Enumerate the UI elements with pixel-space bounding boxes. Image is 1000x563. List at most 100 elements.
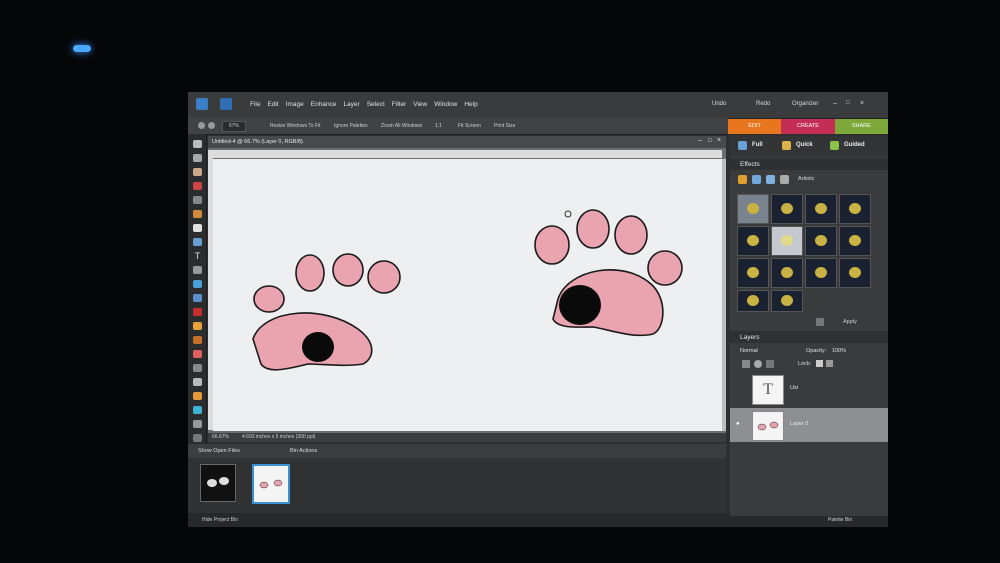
eraser-tool-icon[interactable]: [193, 350, 202, 358]
open-file-thumbnail-2[interactable]: [252, 464, 290, 504]
effect-thumb-7[interactable]: [805, 226, 837, 256]
hide-project-bin-button[interactable]: Hide Project Bin: [202, 517, 238, 523]
sponge-tool-icon[interactable]: [193, 434, 202, 442]
effect-thumb-14[interactable]: [771, 290, 803, 312]
clone-stamp-tool-icon[interactable]: [193, 336, 202, 344]
hand-tool-icon[interactable]: [193, 168, 202, 176]
delete-layer-icon[interactable]: [766, 360, 774, 368]
menu-window[interactable]: Window: [434, 101, 457, 108]
crop-tool-icon[interactable]: [193, 266, 202, 274]
apply-effect-button[interactable]: Apply: [843, 319, 857, 325]
show-open-files-select[interactable]: Show Open Files: [198, 448, 240, 454]
tab-create[interactable]: CREATE: [781, 119, 835, 134]
blend-mode-select[interactable]: Normal: [740, 348, 758, 354]
effect-thumb-13[interactable]: [737, 290, 769, 312]
open-file-thumbnail-1[interactable]: [200, 464, 236, 502]
trash-icon[interactable]: [816, 318, 824, 326]
effect-thumb-2[interactable]: [771, 194, 803, 224]
new-layer-icon[interactable]: [742, 360, 750, 368]
opacity-field[interactable]: 100%: [832, 348, 846, 354]
effect-thumb-9[interactable]: [737, 258, 769, 288]
red-eye-tool-icon[interactable]: [193, 308, 202, 316]
full-edit-icon[interactable]: [738, 141, 747, 150]
brush-tool-icon[interactable]: [193, 364, 202, 372]
menu-file[interactable]: File: [250, 101, 260, 108]
effect-thumb-12[interactable]: [839, 258, 871, 288]
lock-transparency-icon[interactable]: [816, 360, 823, 367]
layer-row-text[interactable]: T Usi: [730, 372, 888, 406]
effect-thumb-3[interactable]: [805, 194, 837, 224]
maximize-icon[interactable]: □: [846, 100, 850, 106]
menu-layer[interactable]: Layer: [343, 101, 359, 108]
quick-fix-icon[interactable]: [782, 141, 791, 150]
minimize-icon[interactable]: –: [833, 100, 837, 107]
menu-view[interactable]: View: [413, 101, 427, 108]
effect-thumb-4[interactable]: [839, 194, 871, 224]
smudge-tool-icon[interactable]: [193, 420, 202, 428]
shape-tool-icon[interactable]: [193, 406, 202, 414]
type-tool-icon[interactable]: T: [193, 252, 202, 261]
menu-filter[interactable]: Filter: [392, 101, 406, 108]
fit-screen-button[interactable]: Fit Screen: [458, 123, 481, 129]
move-tool-icon[interactable]: [193, 140, 202, 148]
menu-image[interactable]: Image: [286, 101, 304, 108]
undo-button[interactable]: Undo: [712, 101, 726, 107]
tab-guided-edit[interactable]: Guided: [844, 142, 865, 148]
print-size-button[interactable]: Print Size: [494, 123, 515, 129]
zoom-tool-icon[interactable]: [193, 154, 202, 162]
lasso-tool-icon[interactable]: [193, 210, 202, 218]
doc-maximize-icon[interactable]: □: [708, 138, 712, 144]
menu-select[interactable]: Select: [367, 101, 385, 108]
straighten-tool-icon[interactable]: [193, 294, 202, 302]
tab-full-edit[interactable]: Full: [752, 142, 763, 148]
menu-help[interactable]: Help: [464, 101, 477, 108]
gradient-tool-icon[interactable]: [193, 392, 202, 400]
tab-quick-fix[interactable]: Quick: [796, 142, 813, 148]
layers-panel-header[interactable]: Layers: [730, 331, 888, 343]
eyedropper-tool-icon[interactable]: [193, 182, 202, 190]
menu-edit[interactable]: Edit: [267, 101, 278, 108]
healing-brush-tool-icon[interactable]: [193, 322, 202, 330]
tab-edit[interactable]: EDIT: [728, 119, 782, 134]
filters-icon[interactable]: [738, 175, 747, 184]
magic-wand-tool-icon[interactable]: [193, 224, 202, 232]
guided-edit-icon[interactable]: [830, 141, 839, 150]
effect-thumb-10[interactable]: [771, 258, 803, 288]
close-icon[interactable]: ×: [860, 100, 864, 107]
redo-button[interactable]: Redo: [756, 101, 770, 107]
actual-pixels-button[interactable]: 1:1: [435, 123, 442, 129]
layer-visibility-icon[interactable]: ●: [736, 421, 740, 427]
vertical-scrollbar[interactable]: [722, 159, 726, 431]
layer-styles-icon[interactable]: [752, 175, 761, 184]
effect-thumb-5[interactable]: [737, 226, 769, 256]
ignore-palettes-checkbox[interactable]: Ignore Palettes: [334, 123, 368, 129]
effect-thumb-11[interactable]: [805, 258, 837, 288]
resize-windows-checkbox[interactable]: Resize Windows To Fit: [270, 123, 320, 129]
effects-panel-header[interactable]: Effects: [730, 158, 888, 170]
home-icon[interactable]: [220, 98, 232, 110]
doc-minimize-icon[interactable]: –: [698, 137, 702, 144]
effects-category-select[interactable]: Artistic: [798, 176, 815, 182]
adjustment-layer-icon[interactable]: [754, 360, 762, 368]
bin-actions-menu[interactable]: Bin Actions: [290, 448, 317, 454]
cookie-cutter-tool-icon[interactable]: [193, 280, 202, 288]
menu-enhance[interactable]: Enhance: [311, 101, 337, 108]
app-logo-icon[interactable]: [196, 98, 208, 110]
tab-share[interactable]: SHARE: [834, 119, 888, 134]
organizer-button[interactable]: Organizer: [792, 101, 818, 107]
show-all-icon[interactable]: [780, 175, 789, 184]
image-canvas[interactable]: [213, 159, 722, 431]
effect-thumb-1[interactable]: [737, 194, 769, 224]
effect-thumb-8[interactable]: [839, 226, 871, 256]
palette-bin-button[interactable]: Palette Bin: [828, 517, 852, 523]
doc-close-icon[interactable]: ×: [717, 137, 721, 144]
zoom-in-icon[interactable]: [198, 122, 205, 129]
layer-row-layer0[interactable]: ● Layer 0: [730, 408, 888, 442]
selection-brush-tool-icon[interactable]: [193, 238, 202, 246]
paint-bucket-tool-icon[interactable]: [193, 378, 202, 386]
zoom-all-windows-checkbox[interactable]: Zoom All Windows: [381, 123, 422, 129]
zoom-out-icon[interactable]: [208, 122, 215, 129]
effect-thumb-6[interactable]: [771, 226, 803, 256]
photo-effects-icon[interactable]: [766, 175, 775, 184]
lock-all-icon[interactable]: [826, 360, 833, 367]
